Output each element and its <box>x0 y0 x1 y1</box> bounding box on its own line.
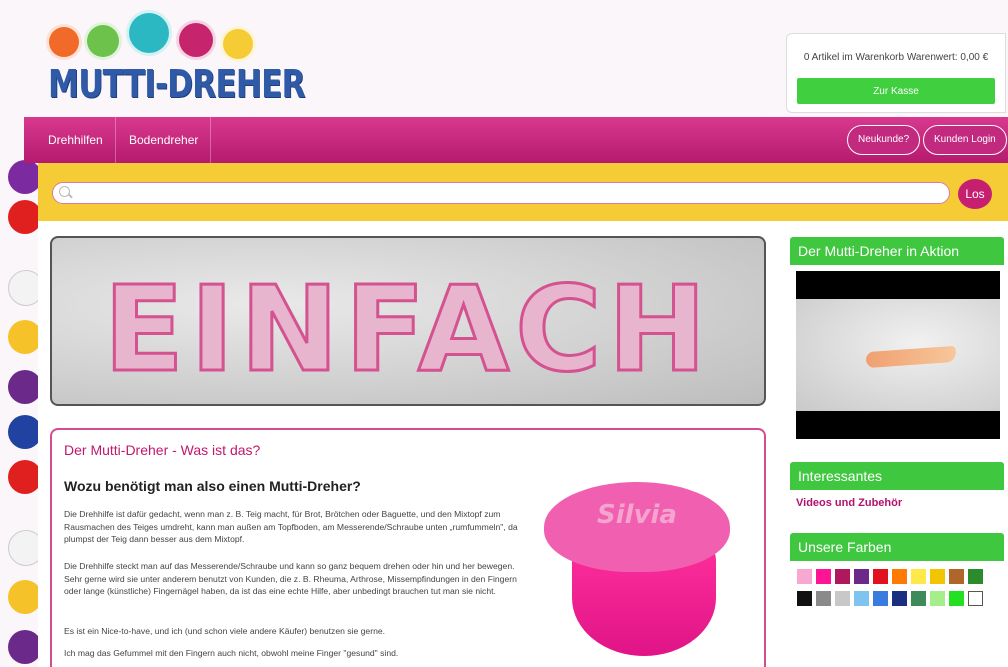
color-swatch[interactable] <box>911 569 926 584</box>
color-swatch[interactable] <box>892 569 907 584</box>
cart-info: 0 Artikel im Warenkorb Warenwert: 0,00 € <box>803 52 989 63</box>
search-input[interactable] <box>52 182 950 204</box>
paragraph: Ich mag das Gefummel mit den Fingern auc… <box>64 648 399 658</box>
cart-box: 0 Artikel im Warenkorb Warenwert: 0,00 €… <box>786 33 1006 113</box>
color-swatch[interactable] <box>835 569 850 584</box>
checkout-button[interactable]: Zur Kasse <box>797 78 995 104</box>
logo-text: MUTTI-DREHER <box>48 62 306 106</box>
nav-item-bodendreher[interactable]: Bodendreher <box>117 117 212 163</box>
interesting-title: Interessantes <box>790 462 1004 490</box>
color-swatch[interactable] <box>873 569 888 584</box>
color-swatch[interactable] <box>873 591 888 606</box>
content-subtitle: Wozu benötigt man also einen Mutti-Drehe… <box>64 478 361 494</box>
product-image: Silvia <box>540 482 736 660</box>
decorative-beads <box>0 160 38 667</box>
color-swatch[interactable] <box>854 591 869 606</box>
search-icon <box>59 186 70 197</box>
video-frame <box>796 299 1000 411</box>
product-label: Silvia <box>597 500 677 530</box>
hero-banner: EINFACH <box>50 236 766 406</box>
new-customer-button[interactable]: Neukunde? <box>847 125 921 155</box>
color-swatch[interactable] <box>949 569 964 584</box>
nav-item-drehhilfen[interactable]: Drehhilfen <box>36 117 116 163</box>
color-swatch[interactable] <box>930 591 945 606</box>
color-swatch[interactable] <box>854 569 869 584</box>
videos-link[interactable]: Videos und Zubehör <box>796 497 902 509</box>
logo-balls <box>46 10 276 62</box>
color-swatch[interactable] <box>930 569 945 584</box>
color-swatch[interactable] <box>911 591 926 606</box>
product-top: Silvia <box>544 482 730 572</box>
color-swatch[interactable] <box>968 569 983 584</box>
color-swatch[interactable] <box>892 591 907 606</box>
hand-image <box>865 345 957 369</box>
color-swatch[interactable] <box>797 569 812 584</box>
search-button[interactable]: Los <box>958 179 992 209</box>
paragraph: Die Drehhilfe steckt man auf das Messere… <box>64 561 517 597</box>
color-swatch[interactable] <box>816 569 831 584</box>
main-nav: Drehhilfen Bodendreher Neukunde? Kunden … <box>24 117 1008 163</box>
colors-title: Unsere Farben <box>790 533 1004 561</box>
login-button[interactable]: Kunden Login <box>923 125 1007 155</box>
paragraph: Die Drehhilfe ist dafür gedacht, wenn ma… <box>64 509 518 545</box>
paragraph: Es ist ein Nice-to-have, und ich (und sc… <box>64 626 386 636</box>
site-logo[interactable]: MUTTI-DREHER <box>44 10 306 110</box>
color-swatch[interactable] <box>968 591 983 606</box>
content-title: Der Mutti-Dreher - Was ist das? <box>64 442 261 458</box>
color-swatch[interactable] <box>835 591 850 606</box>
banner-text: EINFACH <box>102 259 713 400</box>
video-player[interactable] <box>796 271 1000 439</box>
color-swatch[interactable] <box>949 591 964 606</box>
color-swatch[interactable] <box>797 591 812 606</box>
color-swatch[interactable] <box>816 591 831 606</box>
search-bar: Los <box>38 163 1008 221</box>
video-title: Der Mutti-Dreher in Aktion <box>790 237 1004 265</box>
